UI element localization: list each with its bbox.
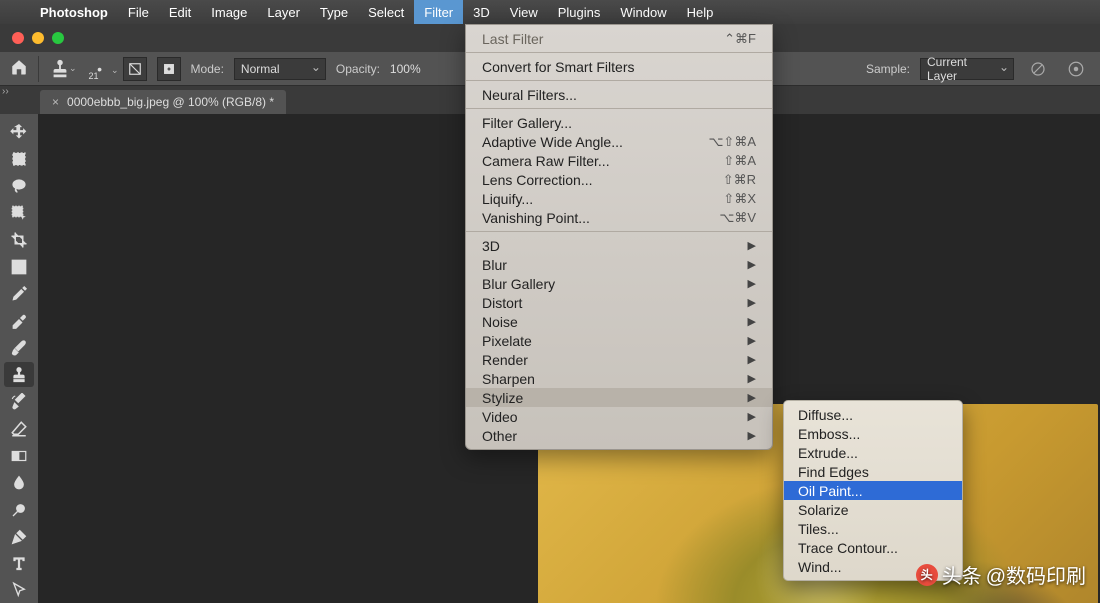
zoom-icon[interactable] <box>52 32 64 44</box>
menu-item-filter-gallery[interactable]: Filter Gallery... <box>466 113 772 132</box>
traffic-lights <box>0 32 64 44</box>
mode-label: Mode: <box>191 62 224 76</box>
document-tab-label: 0000ebbb_big.jpeg @ 100% (RGB/8) * <box>67 95 274 109</box>
menu-view[interactable]: View <box>500 0 548 24</box>
menu-item-stylize[interactable]: Stylize▶ <box>466 388 772 407</box>
submenu-item-find-edges[interactable]: Find Edges <box>784 462 962 481</box>
quick-select-tool[interactable] <box>4 201 34 226</box>
menu-item-video[interactable]: Video▶ <box>466 407 772 426</box>
blend-mode-select[interactable]: Normal <box>234 58 326 80</box>
submenu-item-extrude[interactable]: Extrude... <box>784 443 962 462</box>
clone-source-icon[interactable] <box>157 57 181 81</box>
watermark-prefix: 头条 <box>942 560 982 589</box>
sample-label: Sample: <box>866 62 910 76</box>
crop-tool[interactable] <box>4 228 34 253</box>
close-tab-icon[interactable]: × <box>52 95 59 109</box>
pen-tool[interactable] <box>4 524 34 549</box>
menu-item-sharpen[interactable]: Sharpen▶ <box>466 369 772 388</box>
submenu-item-trace-contour[interactable]: Trace Contour... <box>784 538 962 557</box>
tool-panel <box>0 114 38 603</box>
menu-3d[interactable]: 3D <box>463 0 500 24</box>
document-tab[interactable]: × 0000ebbb_big.jpeg @ 100% (RGB/8) * <box>40 90 286 114</box>
submenu-item-oil-paint[interactable]: Oil Paint... <box>784 481 962 500</box>
dodge-tool[interactable] <box>4 497 34 522</box>
menu-plugins[interactable]: Plugins <box>548 0 611 24</box>
menu-help[interactable]: Help <box>677 0 724 24</box>
menu-edit[interactable]: Edit <box>159 0 201 24</box>
menu-item-convert-smart[interactable]: Convert for Smart Filters <box>466 57 772 76</box>
brush-size-picker[interactable]: •21⌄ <box>87 61 113 77</box>
submenu-item-emboss[interactable]: Emboss... <box>784 424 962 443</box>
menu-item-adaptive-wide-angle[interactable]: Adaptive Wide Angle...⌥⇧⌘A <box>466 132 772 151</box>
menu-item-noise[interactable]: Noise▶ <box>466 312 772 331</box>
watermark: 头 头条 @数码印刷 <box>916 560 1086 589</box>
menu-item-blur-gallery[interactable]: Blur Gallery▶ <box>466 274 772 293</box>
home-button[interactable] <box>10 58 28 79</box>
menu-item-pixelate[interactable]: Pixelate▶ <box>466 331 772 350</box>
marquee-tool[interactable] <box>4 147 34 172</box>
tool-preset-picker[interactable]: ⌄ <box>49 58 77 80</box>
menu-item-liquify[interactable]: Liquify...⇧⌘X <box>466 189 772 208</box>
clone-stamp-tool[interactable] <box>4 362 34 387</box>
macos-menubar: Photoshop File Edit Image Layer Type Sel… <box>0 0 1100 24</box>
panel-expander-icon[interactable]: ›› <box>2 86 9 97</box>
menu-item-render[interactable]: Render▶ <box>466 350 772 369</box>
healing-brush-tool[interactable] <box>4 309 34 334</box>
menu-item-other[interactable]: Other▶ <box>466 426 772 445</box>
menu-item-lens-correction[interactable]: Lens Correction...⇧⌘R <box>466 170 772 189</box>
brush-tool[interactable] <box>4 336 34 361</box>
menu-item-neural-filters[interactable]: Neural Filters... <box>466 85 772 104</box>
path-select-tool[interactable] <box>4 578 34 603</box>
submenu-item-diffuse[interactable]: Diffuse... <box>784 405 962 424</box>
frame-tool[interactable] <box>4 255 34 280</box>
submenu-item-solarize[interactable]: Solarize <box>784 500 962 519</box>
menu-item-blur[interactable]: Blur▶ <box>466 255 772 274</box>
menu-window[interactable]: Window <box>610 0 676 24</box>
submenu-item-tiles[interactable]: Tiles... <box>784 519 962 538</box>
menu-item-camera-raw[interactable]: Camera Raw Filter...⇧⌘A <box>466 151 772 170</box>
menu-select[interactable]: Select <box>358 0 414 24</box>
history-brush-tool[interactable] <box>4 389 34 414</box>
menu-layer[interactable]: Layer <box>257 0 310 24</box>
menu-filter[interactable]: Filter <box>414 0 463 24</box>
filter-menu-panel: Last Filter⌃⌘F Convert for Smart Filters… <box>465 24 773 450</box>
ignore-adjustment-icon[interactable] <box>1024 55 1052 83</box>
toggle-brush-panel-icon[interactable] <box>123 57 147 81</box>
pressure-size-icon[interactable] <box>1062 55 1090 83</box>
eraser-tool[interactable] <box>4 416 34 441</box>
menu-type[interactable]: Type <box>310 0 358 24</box>
opacity-label: Opacity: <box>336 62 380 76</box>
stylize-submenu: Diffuse... Emboss... Extrude... Find Edg… <box>783 400 963 581</box>
lasso-tool[interactable] <box>4 174 34 199</box>
watermark-logo-icon: 头 <box>916 564 938 586</box>
menu-image[interactable]: Image <box>201 0 257 24</box>
move-tool[interactable] <box>4 120 34 145</box>
close-icon[interactable] <box>12 32 24 44</box>
menu-item-distort[interactable]: Distort▶ <box>466 293 772 312</box>
app-name[interactable]: Photoshop <box>30 5 118 20</box>
opacity-value[interactable]: 100% <box>390 62 421 76</box>
blur-tool[interactable] <box>4 470 34 495</box>
watermark-handle: @数码印刷 <box>986 560 1086 589</box>
menu-item-3d[interactable]: 3D▶ <box>466 236 772 255</box>
sample-select[interactable]: Current Layer <box>920 58 1014 80</box>
menu-item-vanishing-point[interactable]: Vanishing Point...⌥⌘V <box>466 208 772 227</box>
menu-file[interactable]: File <box>118 0 159 24</box>
minimize-icon[interactable] <box>32 32 44 44</box>
gradient-tool[interactable] <box>4 443 34 468</box>
eyedropper-tool[interactable] <box>4 282 34 307</box>
menu-item-last-filter[interactable]: Last Filter⌃⌘F <box>466 29 772 48</box>
type-tool[interactable] <box>4 551 34 576</box>
